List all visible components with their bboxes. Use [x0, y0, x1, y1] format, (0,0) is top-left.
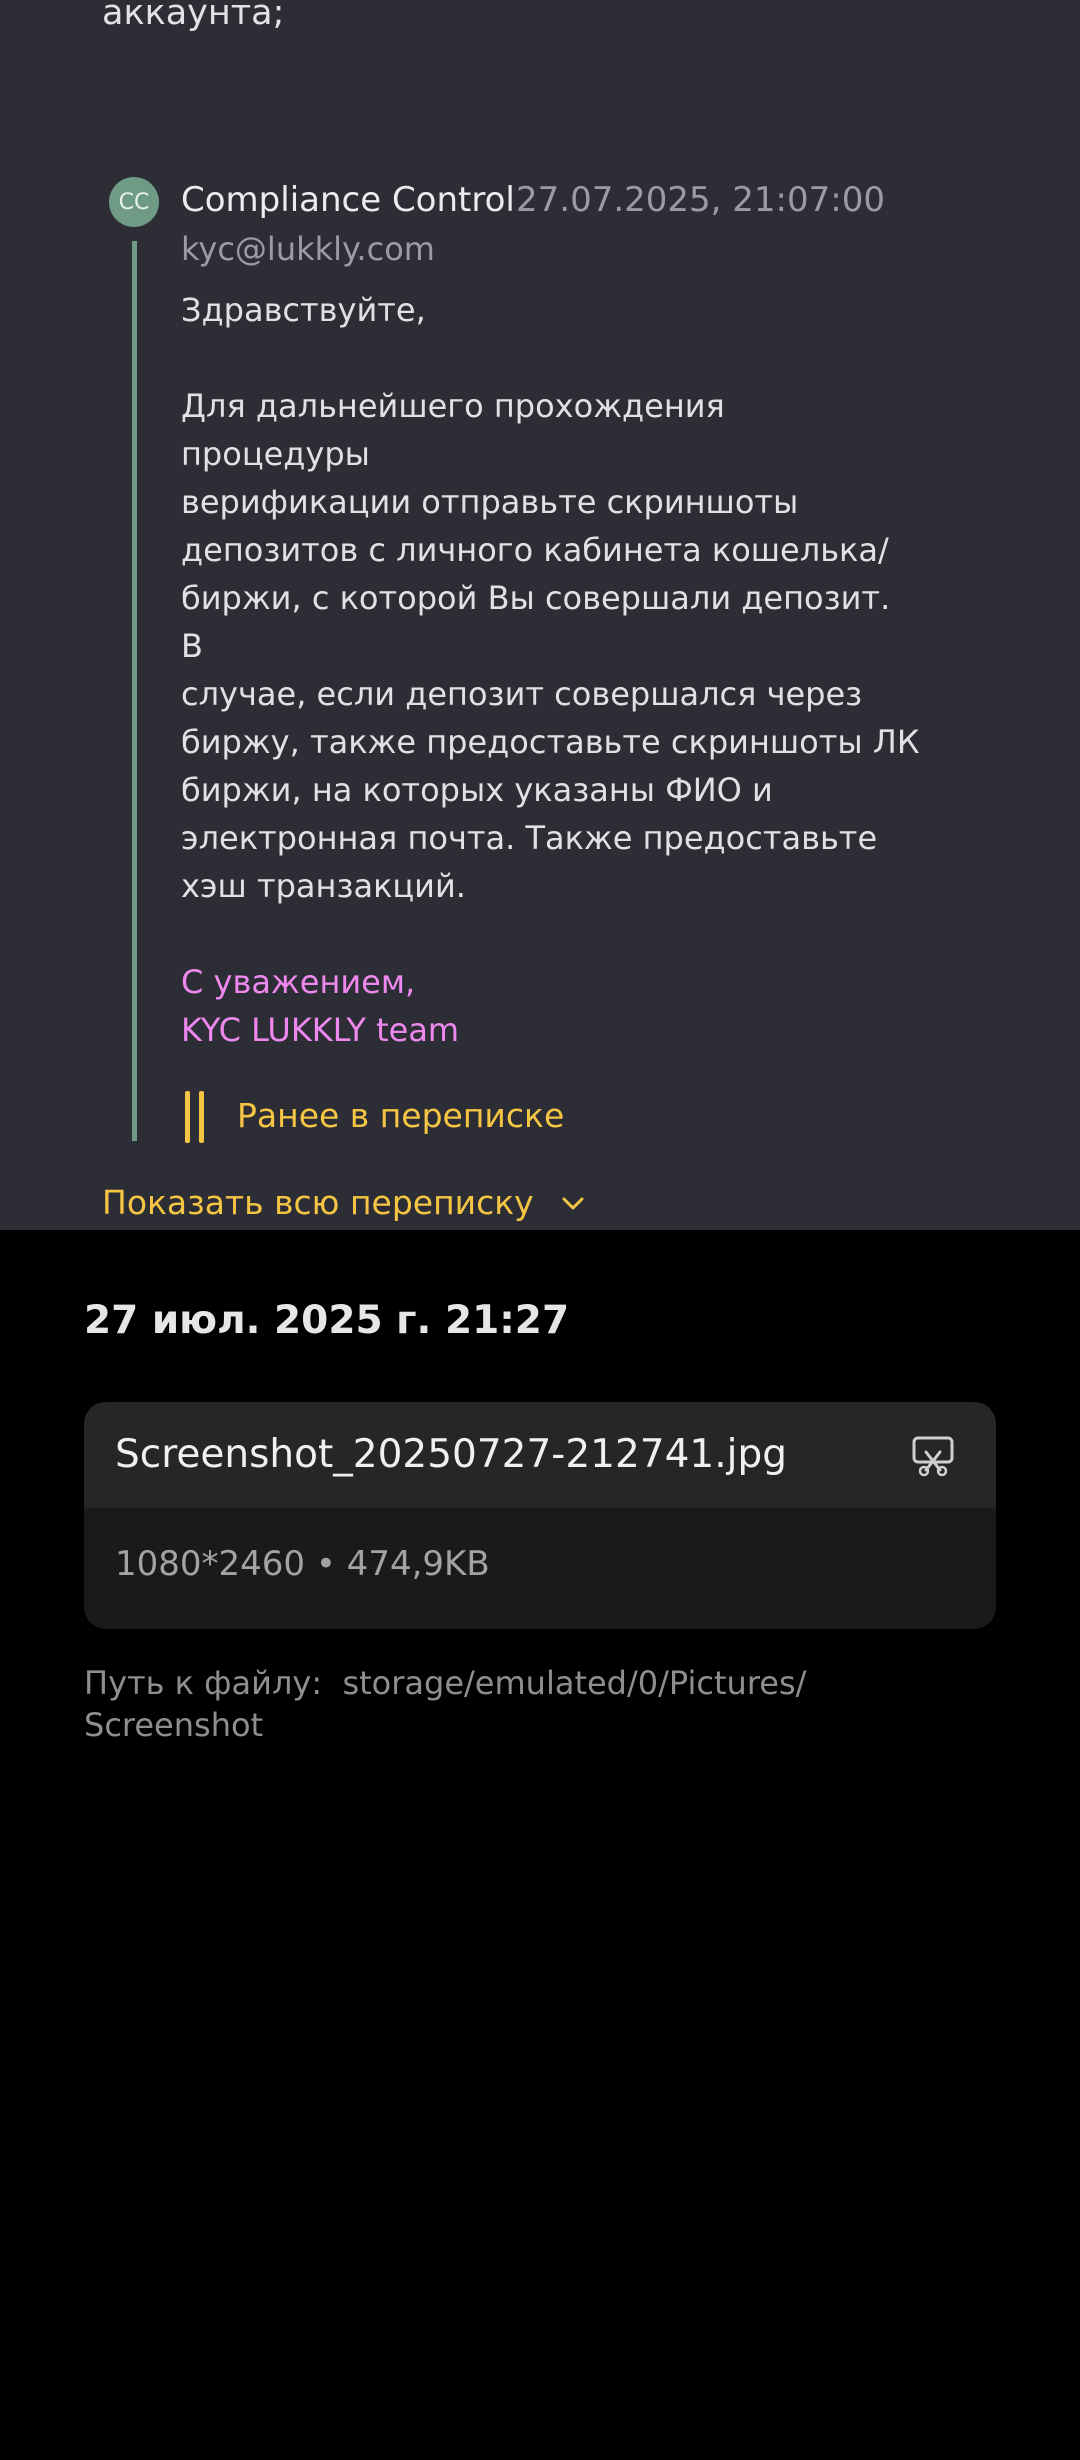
body-line: биржу, также предоставьте скриншоты ЛК	[181, 723, 920, 761]
body-line: хэш транзакций.	[181, 867, 466, 905]
capture-date: 27 июл. 2025 г. 21:27	[84, 1298, 570, 1343]
sender-email[interactable]: kyc@lukkly.com	[181, 226, 435, 272]
signature-line: KYC LUKKLY team	[181, 1011, 460, 1049]
chevron-down-icon	[562, 1197, 584, 1210]
file-dimensions-size: 1080*2460 • 474,9KB	[115, 1544, 490, 1584]
body-line: биржи, с которой Вы совершали депозит. В	[181, 579, 891, 665]
earlier-in-thread-link[interactable]: Ранее в переписке	[237, 1093, 564, 1139]
quote-bar-right	[199, 1091, 204, 1143]
body-line: Для дальнейшего прохождения процедуры	[181, 387, 725, 473]
body-line: биржи, на которых указаны ФИО и	[181, 771, 773, 809]
mail-thread-panel: аккаунта; CC Compliance Control 27.07.20…	[0, 0, 1080, 1230]
body-line: электронная почта. Также предоставьте	[181, 819, 878, 857]
file-path-label: Путь к файлу:	[84, 1664, 323, 1702]
body-line: депозитов с личного кабинета кошелька/	[181, 531, 889, 569]
message-body: Здравствуйте, Для дальнейшего прохождени…	[181, 286, 921, 1054]
thread-line	[132, 241, 137, 1141]
body-line: случае, если депозит совершался через	[181, 675, 863, 713]
file-card-header: Screenshot_20250727-212741.jpg	[84, 1402, 996, 1508]
edit-image-icon[interactable]	[910, 1432, 956, 1478]
show-all-thread-button[interactable]: Показать всю переписку	[102, 1180, 588, 1226]
file-name: Screenshot_20250727-212741.jpg	[115, 1432, 787, 1477]
greeting: Здравствуйте,	[181, 291, 426, 329]
file-path: Путь к файлу: storage/emulated/0/Picture…	[84, 1662, 944, 1746]
previous-message-tail: аккаунта;	[102, 0, 285, 33]
message-date: 27.07.2025, 21:07:00	[516, 180, 885, 220]
body-line: верификации отправьте скриншоты	[181, 483, 799, 521]
sender-name[interactable]: Compliance Control	[181, 177, 515, 223]
quote-bar-left	[185, 1091, 190, 1143]
file-info-card: Screenshot_20250727-212741.jpg 1080*2460…	[84, 1402, 996, 1629]
signature-line: С уважением,	[181, 963, 416, 1001]
sender-avatar[interactable]: CC	[109, 177, 159, 227]
show-all-label: Показать всю переписку	[102, 1183, 534, 1222]
